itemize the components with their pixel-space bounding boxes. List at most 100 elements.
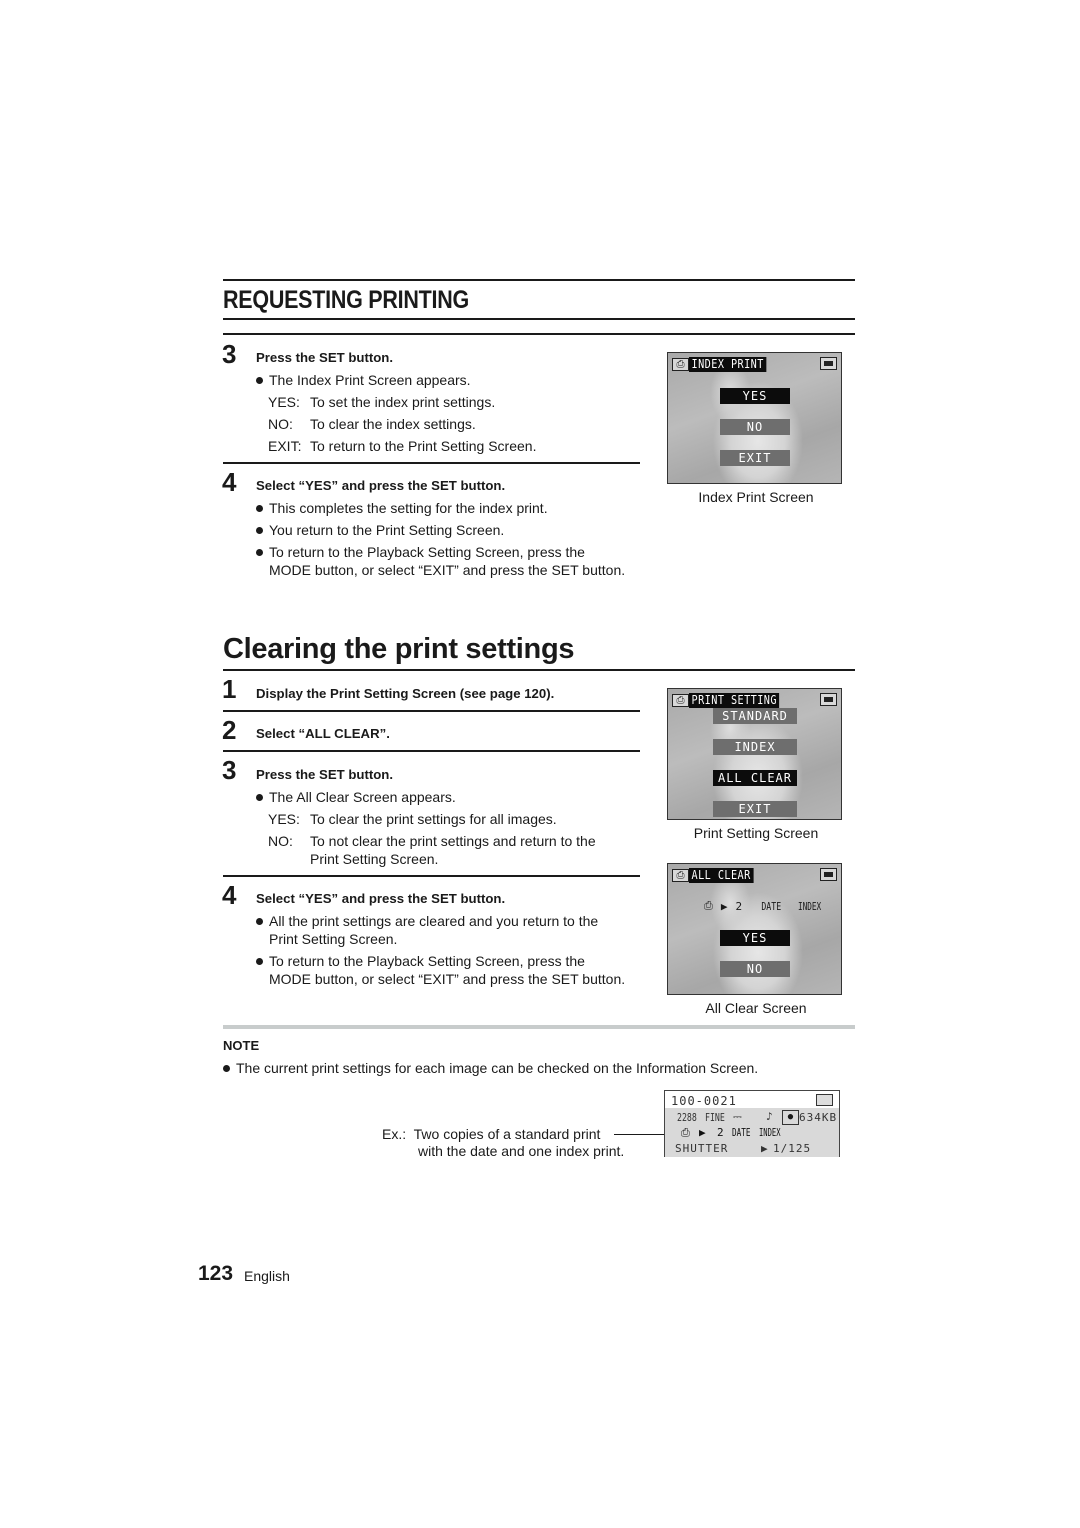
audio-icon: ♪ [766, 1110, 774, 1123]
option-description: YES: To clear the print settings for all … [268, 810, 557, 828]
file-number: 100-0021 [671, 1094, 737, 1108]
bullet-text: To return to the Playback Setting Screen… [269, 953, 585, 969]
mode-icon: ● [782, 1110, 799, 1125]
step-bullet: To return to the Playback Setting Screen… [256, 543, 585, 561]
file-size: 634KB [799, 1111, 838, 1124]
step-number: 4 [222, 467, 237, 497]
step-title: Select “YES” and press the SET button. [256, 478, 506, 493]
print-count: 2 [735, 899, 743, 913]
bullet-text: All the print settings are cleared and y… [269, 913, 599, 929]
step-divider [223, 750, 640, 752]
option-label: EXIT: [268, 438, 302, 454]
heading-underline [223, 669, 855, 671]
quality: FINE [705, 1111, 725, 1124]
step-bullet: You return to the Print Setting Screen. [256, 521, 504, 539]
screen-header: ⎙ ALL CLEAR [672, 868, 765, 883]
screen-title: ALL CLEAR [689, 868, 754, 883]
protect-icon: ⎓ [733, 1110, 743, 1123]
print-setting-screen: ⎙ PRINT SETTING STANDARD INDEX ALL CLEAR… [667, 688, 842, 820]
all-clear-screen: ⎙ ALL CLEAR ⎙ ▶ 2 DATE INDEX YES NO [667, 863, 842, 995]
print-date-flag: DATE [761, 899, 782, 913]
shutter-label: SHUTTER [675, 1142, 729, 1155]
screen-title: PRINT SETTING [689, 693, 780, 708]
step-number: 2 [222, 715, 237, 745]
step-title: Display the Print Setting Screen (see pa… [256, 686, 555, 701]
option-yes[interactable]: YES [720, 930, 790, 946]
option-yes[interactable]: YES [720, 388, 790, 404]
play-arrow-icon: ▶ [761, 1142, 769, 1155]
bullet-text: The All Clear Screen appears. [269, 789, 456, 805]
resolution: 2288 [677, 1111, 697, 1124]
printer-icon: ⎙ [672, 869, 689, 882]
step-number: 3 [222, 339, 237, 369]
option-label: NO: [268, 416, 293, 432]
print-index-flag: INDEX [797, 899, 821, 913]
print-index-flag: INDEX [759, 1126, 781, 1139]
option-text: To clear the index settings. [310, 416, 476, 432]
option-text: To not clear the print settings and retu… [310, 833, 596, 849]
step-bullet: The All Clear Screen appears. [256, 788, 456, 806]
option-text: To set the index print settings. [310, 394, 496, 410]
option-index[interactable]: INDEX [713, 739, 797, 755]
option-description: EXIT: To return to the Print Setting Scre… [268, 437, 536, 455]
section-title-underline [223, 318, 855, 320]
bullet-text: You return to the Print Setting Screen. [269, 522, 505, 538]
note-text: The current print settings for each imag… [236, 1060, 759, 1076]
note-divider [223, 1025, 855, 1029]
bullet-continuation: MODE button, or select “EXIT” and press … [269, 971, 626, 987]
screen-caption: Print Setting Screen [693, 825, 819, 841]
option-no[interactable]: NO [720, 961, 790, 977]
step-title: Press the SET button. [256, 767, 394, 782]
bullet-text: To return to the Playback Setting Screen… [269, 544, 585, 560]
printer-icon: ⎙ [704, 899, 713, 912]
option-exit[interactable]: EXIT [713, 801, 797, 817]
note-label: NOTE [223, 1038, 260, 1053]
bullet-continuation: MODE button, or select “EXIT” and press … [269, 562, 626, 578]
option-description: NO: To not clear the print settings and r… [268, 832, 596, 850]
option-no[interactable]: NO [720, 419, 790, 435]
screen-title: INDEX PRINT [689, 357, 767, 372]
option-label: NO: [268, 833, 293, 849]
play-arrow-icon: ▶ [720, 899, 728, 913]
step-divider [223, 875, 640, 877]
step-divider [223, 462, 640, 464]
option-text: To return to the Print Setting Screen. [310, 438, 537, 454]
option-all-clear[interactable]: ALL CLEAR [713, 770, 797, 786]
print-status-row: ⎙ ▶ 2 DATE INDEX [704, 899, 826, 913]
screen-caption: All Clear Screen [705, 1000, 807, 1016]
printer-icon: ⎙ [672, 694, 689, 707]
step-number: 4 [222, 880, 237, 910]
step-bullet: To return to the Playback Setting Screen… [256, 952, 585, 970]
bullet-continuation: Print Setting Screen. [269, 931, 398, 947]
printer-icon: ⎙ [681, 1126, 691, 1139]
option-label: YES: [268, 394, 300, 410]
example-text: Ex.: Two copies of a standard print [382, 1126, 601, 1142]
step-title: Select “YES” and press the SET button. [256, 891, 506, 906]
page-number: 123 [198, 1262, 234, 1285]
step-divider [223, 710, 640, 712]
play-arrow-icon: ▶ [699, 1126, 707, 1139]
step-number: 1 [222, 674, 237, 704]
example-text: with the date and one index print. [418, 1143, 625, 1159]
screen-caption: Index Print Screen [698, 489, 814, 505]
shutter-value: 1/125 [773, 1142, 812, 1155]
step-title: Select “ALL CLEAR”. [256, 726, 390, 741]
option-standard[interactable]: STANDARD [713, 708, 797, 724]
step-bullet: All the print settings are cleared and y… [256, 912, 598, 930]
print-date-flag: DATE [732, 1126, 751, 1139]
information-screen: 100-0021 2288 FINE ⎓ ♪ ● 634KB ⎙ ▶ 2 DAT… [664, 1090, 840, 1157]
section-title: REQUESTING PRINTING [223, 286, 469, 314]
note-bullet: The current print settings for each imag… [223, 1059, 758, 1077]
print-count: 2 [717, 1126, 725, 1139]
battery-icon [816, 1094, 833, 1106]
step-number: 3 [222, 755, 237, 785]
step-title: Press the SET button. [256, 350, 394, 365]
bullet-text: The Index Print Screen appears. [269, 372, 471, 388]
screen-header: ⎙ PRINT SETTING [672, 693, 795, 708]
option-label: YES: [268, 811, 300, 827]
bullet-text: This completes the setting for the index… [269, 500, 548, 516]
option-description: NO: To clear the index settings. [268, 415, 476, 433]
option-exit[interactable]: EXIT [720, 450, 790, 466]
option-description: YES: To set the index print settings. [268, 393, 495, 411]
section-divider [223, 333, 855, 335]
